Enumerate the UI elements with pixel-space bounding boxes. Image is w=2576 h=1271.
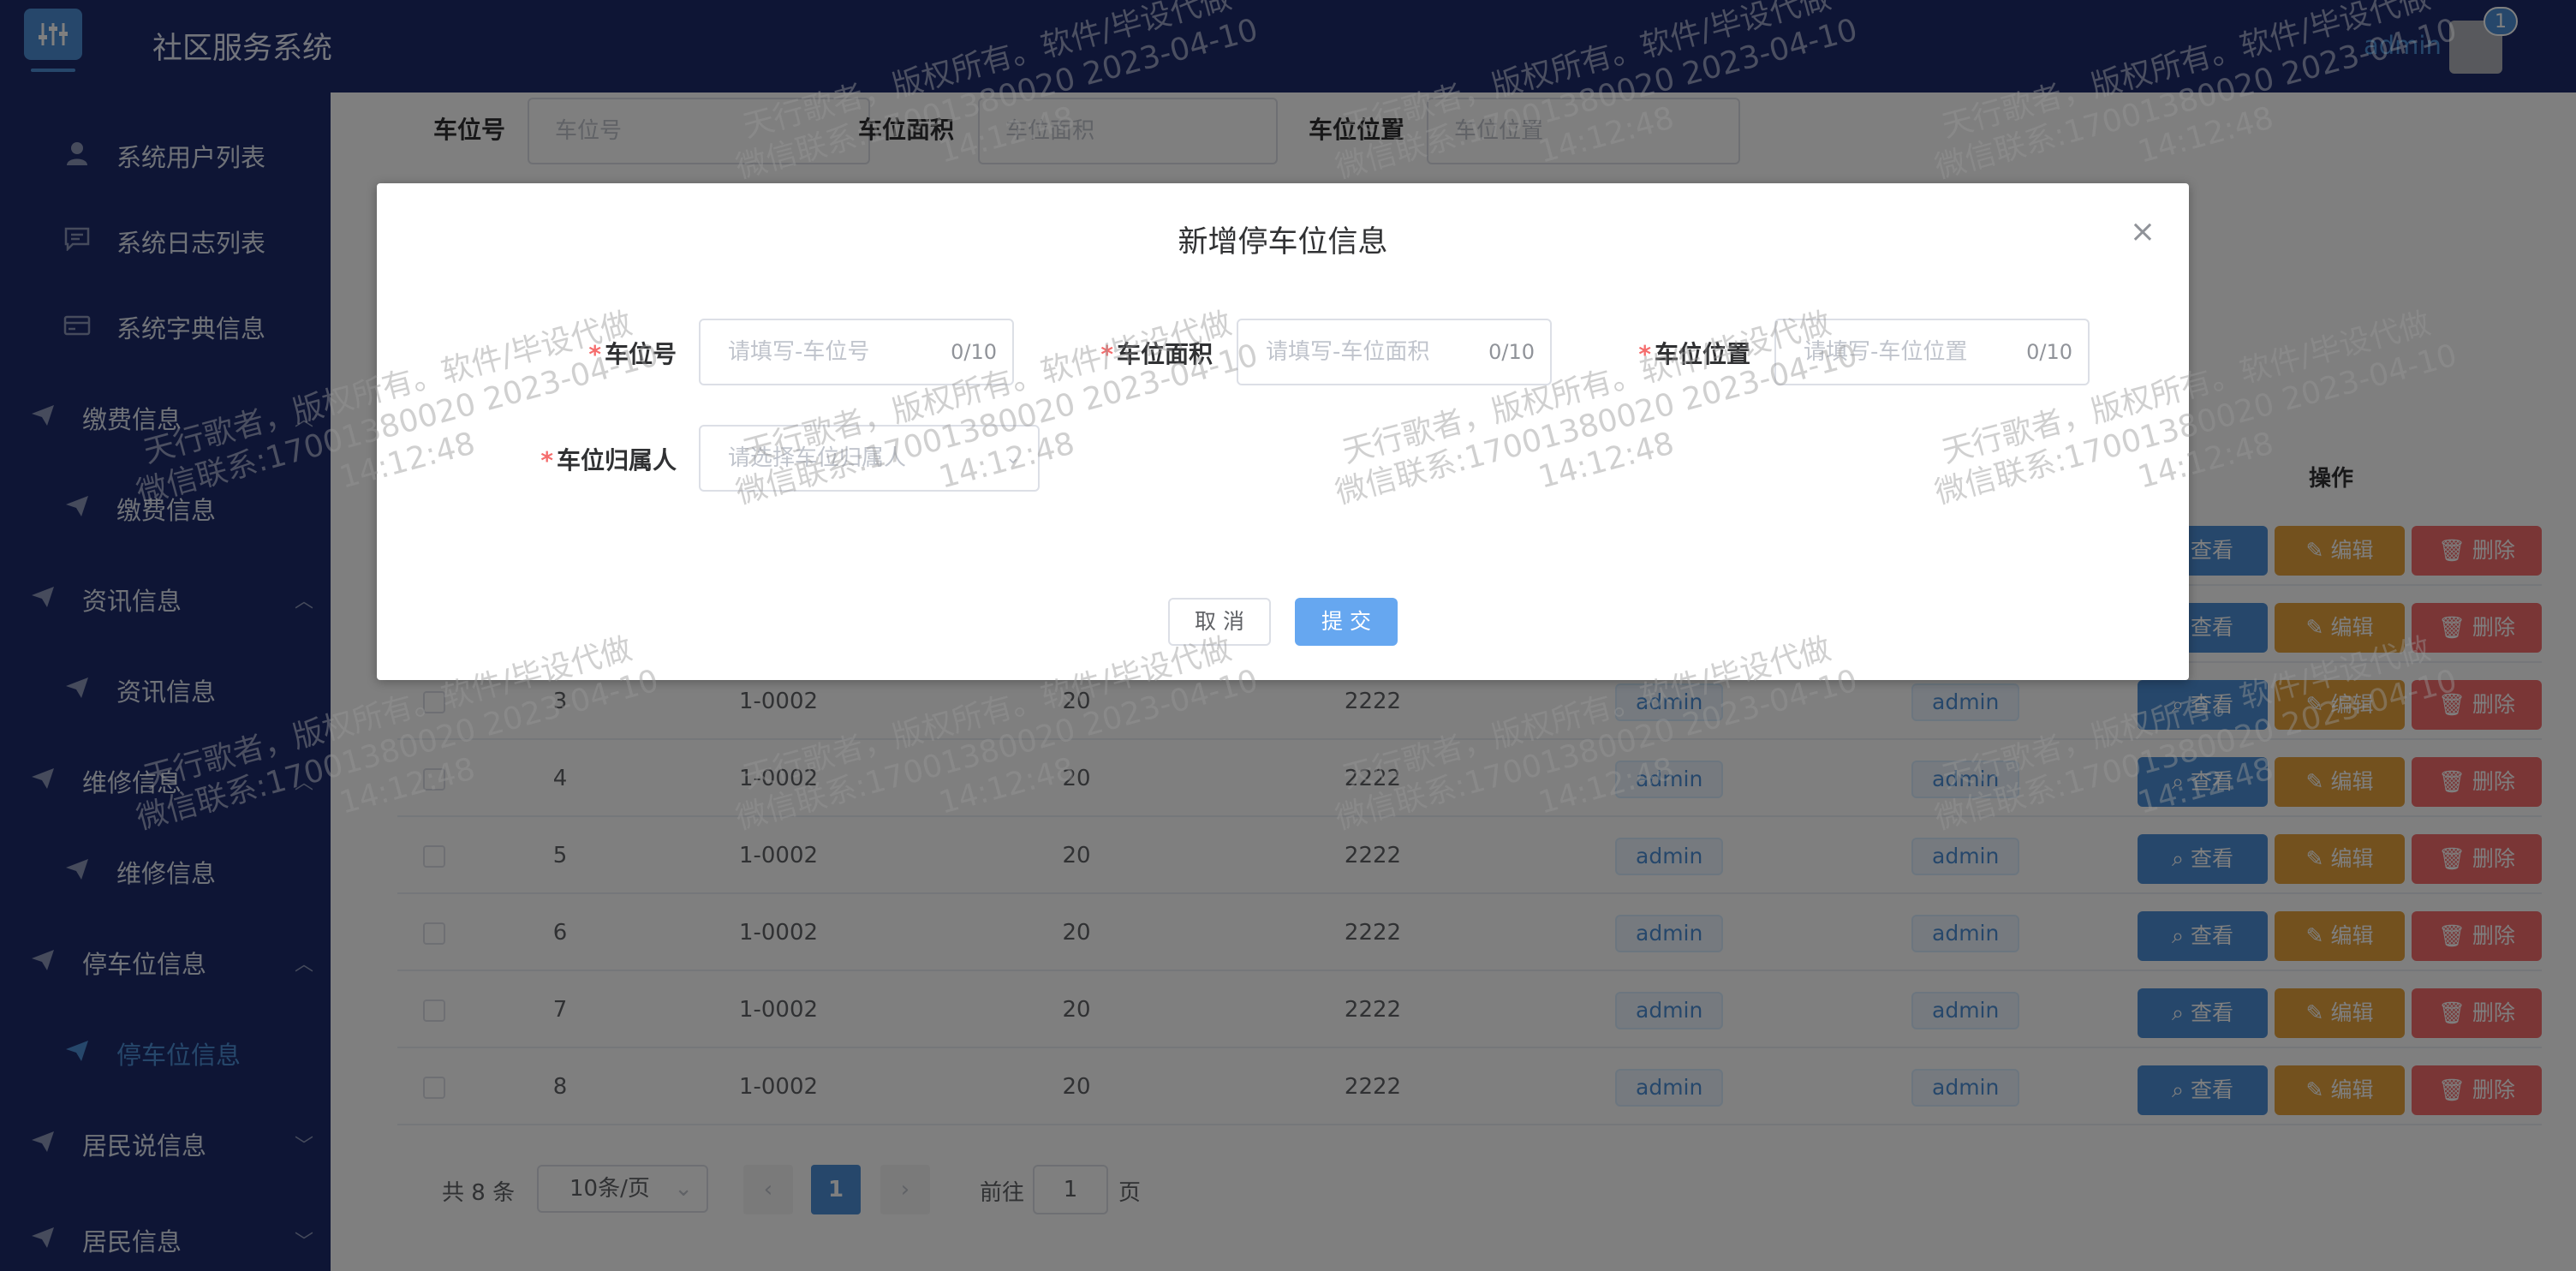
field-label-number: * 车位号	[588, 340, 677, 368]
chevron-down-icon: ⌄	[1005, 447, 1021, 468]
char-counter: 0/10	[1488, 340, 1535, 364]
field-label-location: * 车位位置	[1638, 340, 1750, 368]
char-counter: 0/10	[2026, 340, 2072, 364]
char-counter: 0/10	[951, 340, 997, 364]
field-label-area: * 车位面积	[1100, 340, 1213, 368]
parking-owner-select[interactable]: 请选择车位归属人 ⌄	[699, 425, 1040, 492]
parking-number-input[interactable]: 请填写-车位号 0/10	[699, 319, 1014, 385]
add-parking-dialog: 新增停车位信息 × * 车位号 请填写-车位号 0/10 * 车位面积 请填写-车位…	[377, 183, 2189, 680]
submit-button[interactable]: 提 交	[1295, 598, 1398, 646]
parking-area-input[interactable]: 请填写-车位面积 0/10	[1237, 319, 1552, 385]
parking-location-input[interactable]: 请填写-车位位置 0/10	[1774, 319, 2090, 385]
field-label-owner: * 车位归属人	[540, 446, 677, 474]
dialog-title: 新增停车位信息	[1178, 225, 1388, 260]
cancel-button[interactable]: 取 消	[1168, 598, 1271, 646]
close-icon[interactable]: ×	[2126, 214, 2160, 249]
